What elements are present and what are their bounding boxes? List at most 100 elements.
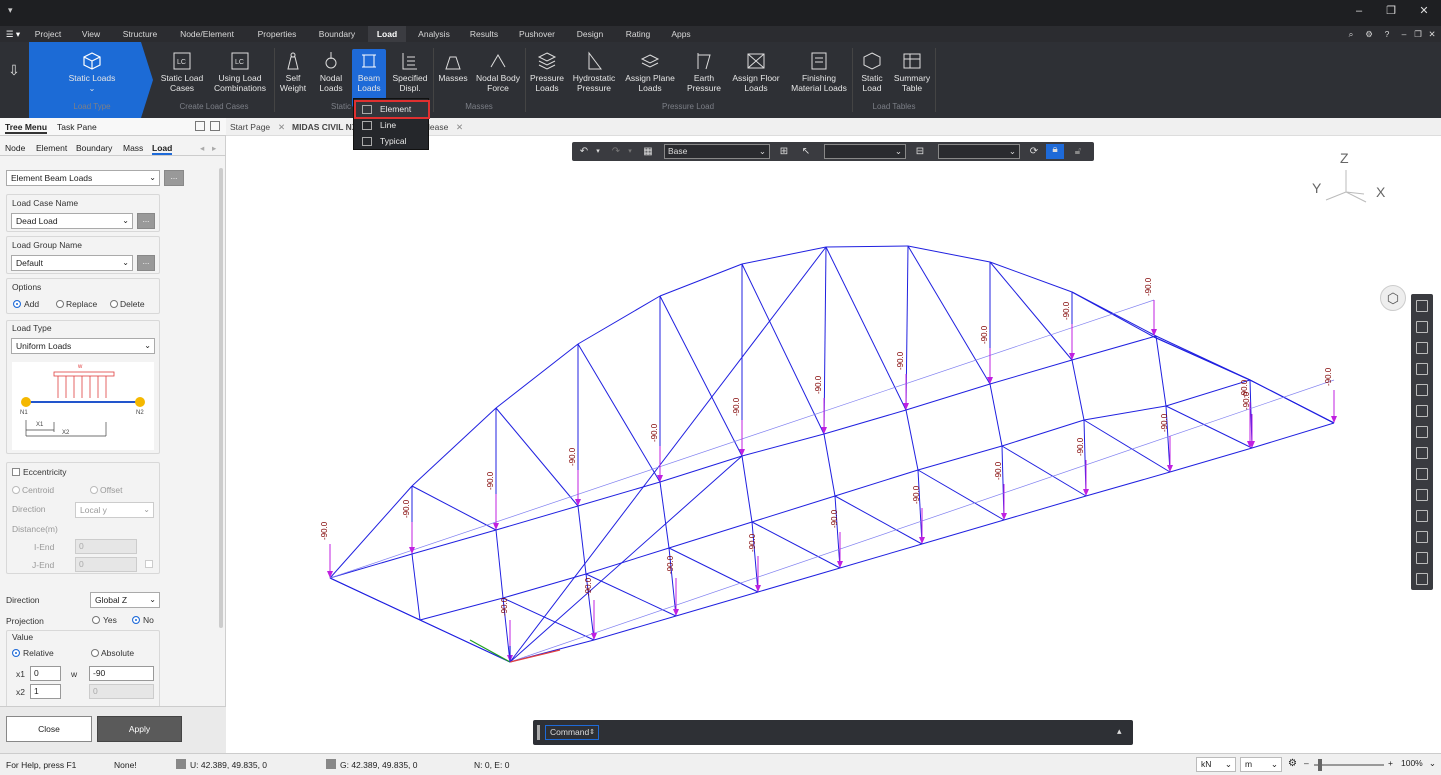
doc-close-icon[interactable]: ✕ (1426, 26, 1438, 42)
tab-pushover[interactable]: Pushover (512, 26, 562, 42)
beam-element[interactable] (834, 495, 841, 569)
beam-element[interactable] (839, 543, 923, 569)
beam-element[interactable] (907, 245, 991, 263)
static-load-cases-button[interactable]: LC Static Load Cases (158, 49, 206, 107)
beam-element[interactable] (593, 615, 677, 641)
tab-apps[interactable]: Apps (664, 26, 698, 42)
load-case-more-button[interactable]: ... (137, 213, 155, 229)
static-load-table-button[interactable]: Static Load (855, 49, 889, 107)
summary-table-button[interactable]: Summary Table (892, 49, 932, 107)
assign-plane-loads-button[interactable]: Assign Plane Loads (622, 49, 678, 107)
beam-element[interactable] (917, 469, 1005, 521)
function-select[interactable]: Element Beam Loads ⌄ (6, 170, 160, 186)
beam-element[interactable] (834, 495, 923, 545)
zoom-select[interactable]: 100% ⌄ (1398, 757, 1438, 772)
beam-element[interactable] (411, 553, 421, 621)
select-window-icon[interactable] (1416, 300, 1428, 312)
offset-radio[interactable] (90, 486, 98, 494)
unlock-icon[interactable]: 🔓︎ (1072, 146, 1084, 157)
load-group-select[interactable]: Default ⌄ (11, 255, 133, 271)
beam-element[interactable] (675, 591, 759, 617)
refresh-icon[interactable]: ⟳ (1028, 146, 1040, 157)
select-intersect-icon[interactable] (1416, 342, 1428, 354)
beam-element[interactable] (411, 407, 497, 487)
float-icon[interactable] (210, 121, 220, 131)
tab-rating[interactable]: Rating (618, 26, 658, 42)
beam-element[interactable] (1083, 419, 1171, 473)
tab-task-pane[interactable]: Task Pane (57, 122, 97, 132)
filter-select-2[interactable]: ⌄ (938, 144, 1020, 159)
beam-element[interactable] (1071, 335, 1157, 361)
w-input[interactable]: -90 (89, 666, 154, 681)
display-icon[interactable] (1416, 552, 1428, 564)
model-view[interactable]: -90.0 -90.0 -90.0 -90.0 -90.0 -90.0 -90.0 -90.0… (226, 136, 1441, 753)
beam-element[interactable] (757, 567, 841, 593)
beam-element[interactable] (329, 553, 413, 579)
subtab-boundary[interactable]: Boundary (76, 143, 112, 153)
absolute-radio[interactable] (91, 649, 99, 657)
beam-element[interactable] (659, 455, 743, 483)
beam-element[interactable] (825, 246, 907, 411)
masses-button[interactable]: Masses (436, 49, 470, 107)
base-select[interactable]: Base ⌄ (664, 144, 770, 159)
beam-element[interactable] (1085, 471, 1171, 497)
jend-input[interactable]: 0 (75, 557, 137, 572)
load-case-select[interactable]: Dead Load ⌄ (11, 213, 133, 229)
beam-element[interactable] (1071, 291, 1157, 337)
undo-icon[interactable]: ↶ (578, 146, 590, 157)
jend-checkbox[interactable] (145, 560, 153, 568)
beam-element[interactable] (659, 263, 743, 297)
beam-element[interactable] (668, 521, 753, 549)
beam-element[interactable] (1001, 445, 1087, 497)
chevron-down-icon[interactable]: ▾ (624, 146, 636, 157)
dropdown-item-typical[interactable]: Typical (356, 134, 428, 149)
zoom-in-icon[interactable]: + (1388, 758, 1393, 768)
self-weight-button[interactable]: Self Weight (276, 49, 310, 107)
panel-toggle-icon[interactable]: ⇩ (4, 62, 24, 86)
grip-icon[interactable] (537, 725, 540, 740)
select-element-icon[interactable] (1416, 510, 1428, 522)
subtab-mass[interactable]: Mass (123, 143, 143, 153)
beam-element[interactable] (1153, 336, 1251, 381)
replace-radio[interactable] (56, 300, 64, 308)
beam-element[interactable] (1083, 405, 1167, 421)
tab-load[interactable]: Load (368, 26, 406, 42)
tab-tree-menu[interactable]: Tree Menu (5, 122, 48, 134)
earth-pressure-button[interactable]: Earth Pressure (682, 49, 726, 107)
beam-element[interactable] (411, 529, 497, 555)
select-node-icon[interactable] (1416, 489, 1428, 501)
beam-element[interactable] (905, 383, 991, 411)
beam-element[interactable] (741, 246, 827, 265)
pressure-loads-button[interactable]: Pressure Loads (528, 49, 566, 107)
zoom-slider-handle[interactable] (1318, 759, 1322, 771)
unselect-icon[interactable] (1416, 426, 1428, 438)
length-unit-select[interactable]: m ⌄ (1240, 757, 1282, 772)
beam-element[interactable] (905, 409, 919, 471)
select-all-icon[interactable] (1416, 405, 1428, 417)
minimize-icon[interactable]: – (1352, 4, 1366, 18)
dock-icon[interactable] (195, 121, 205, 131)
tab-analysis[interactable]: Analysis (412, 26, 456, 42)
dropdown-item-line[interactable]: Line (356, 118, 428, 133)
beam-element[interactable] (1001, 419, 1085, 447)
doc-tab-close-icon[interactable]: ✕ (456, 122, 463, 133)
doc-tab-model[interactable]: MIDAS CIVIL NX (292, 122, 358, 132)
grid-icon[interactable]: ▦ (642, 146, 654, 157)
close-icon[interactable]: ✕ (1417, 4, 1431, 18)
panel-scrollbar[interactable] (219, 168, 223, 628)
beam-element[interactable] (419, 597, 504, 621)
beam-element[interactable] (329, 577, 421, 621)
beam-element[interactable] (668, 547, 759, 593)
beam-element[interactable] (741, 263, 825, 435)
beam-element[interactable] (989, 383, 1003, 447)
command-select[interactable]: Command ⇕ (545, 725, 599, 740)
tab-properties[interactable]: Properties (250, 26, 304, 42)
beam-element[interactable] (823, 409, 907, 435)
restore-icon[interactable]: ❐ (1384, 4, 1398, 18)
beam-element[interactable] (659, 295, 743, 457)
select-group-icon[interactable] (1416, 531, 1428, 543)
select-polygon-icon[interactable] (1416, 321, 1428, 333)
add-radio[interactable] (13, 300, 21, 308)
tab-project[interactable]: Project (30, 26, 66, 42)
tab-boundary[interactable]: Boundary (312, 26, 362, 42)
